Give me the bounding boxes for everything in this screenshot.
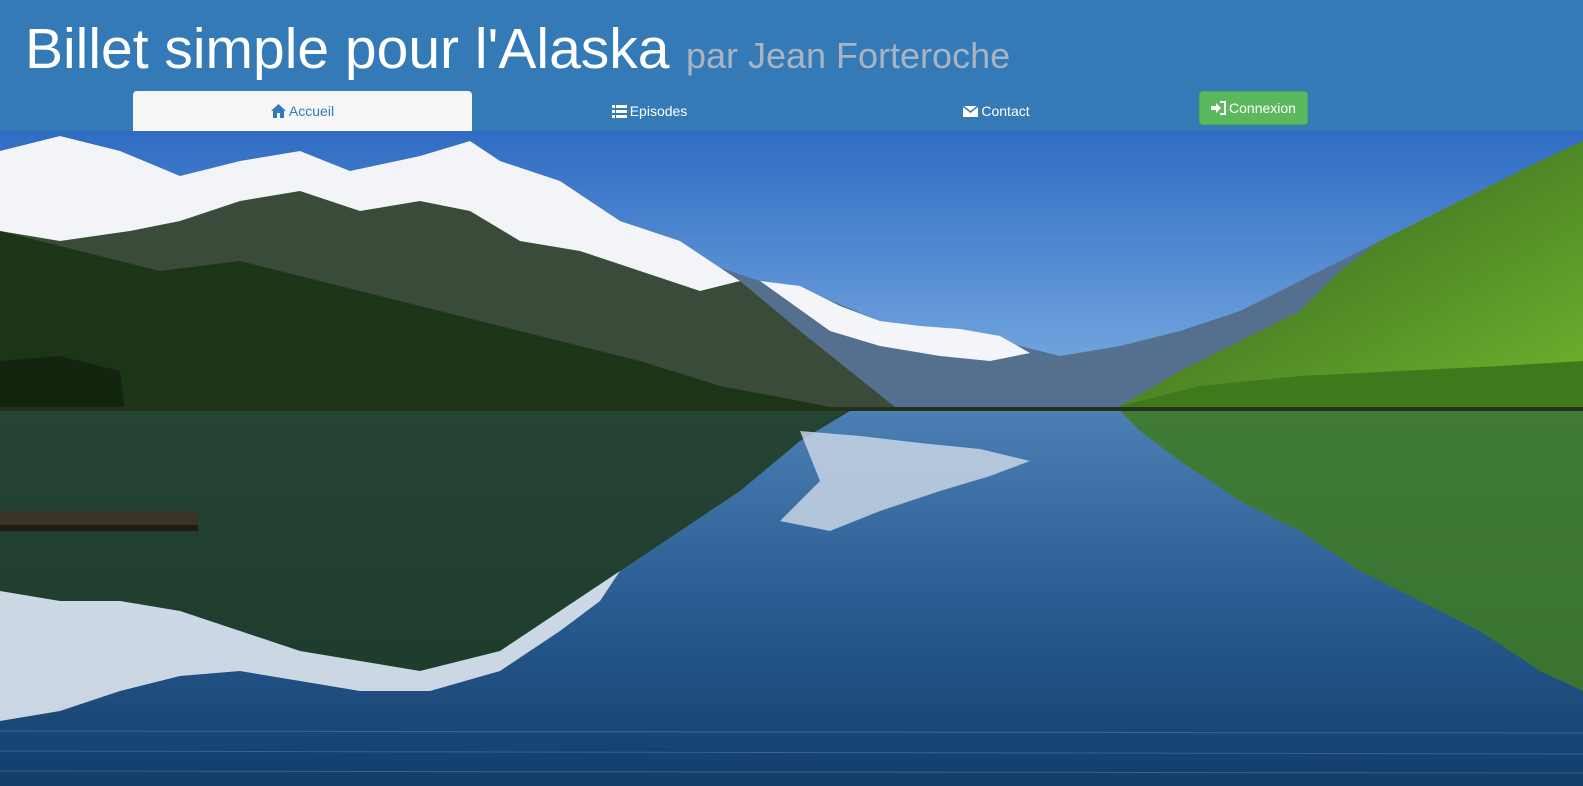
nav-item-label: Episodes <box>629 103 688 119</box>
site-title[interactable]: Billet simple pour l'Alaska <box>25 14 669 84</box>
alaska-lake-mountains-photo <box>0 131 1583 786</box>
login-label: Connexion <box>1229 100 1296 116</box>
title-row: Billet simple pour l'Alaska par Jean For… <box>25 14 1010 84</box>
hero-image <box>0 131 1583 786</box>
nav-item-accueil[interactable]: Accueil <box>133 91 472 131</box>
envelope-icon <box>963 105 979 117</box>
nav-item-label: Accueil <box>288 103 335 119</box>
nav-item-label: Contact <box>981 103 1030 119</box>
login-button[interactable]: Connexion <box>1199 91 1308 125</box>
home-icon <box>270 104 286 118</box>
site-subtitle: par Jean Forteroche <box>685 35 1011 76</box>
list-icon <box>611 104 627 118</box>
nav-item-contact[interactable]: Contact <box>827 91 1166 131</box>
log-in-icon <box>1211 101 1227 115</box>
nav-item-episodes[interactable]: Episodes <box>480 91 819 131</box>
site-header: Billet simple pour l'Alaska par Jean For… <box>0 0 1583 131</box>
